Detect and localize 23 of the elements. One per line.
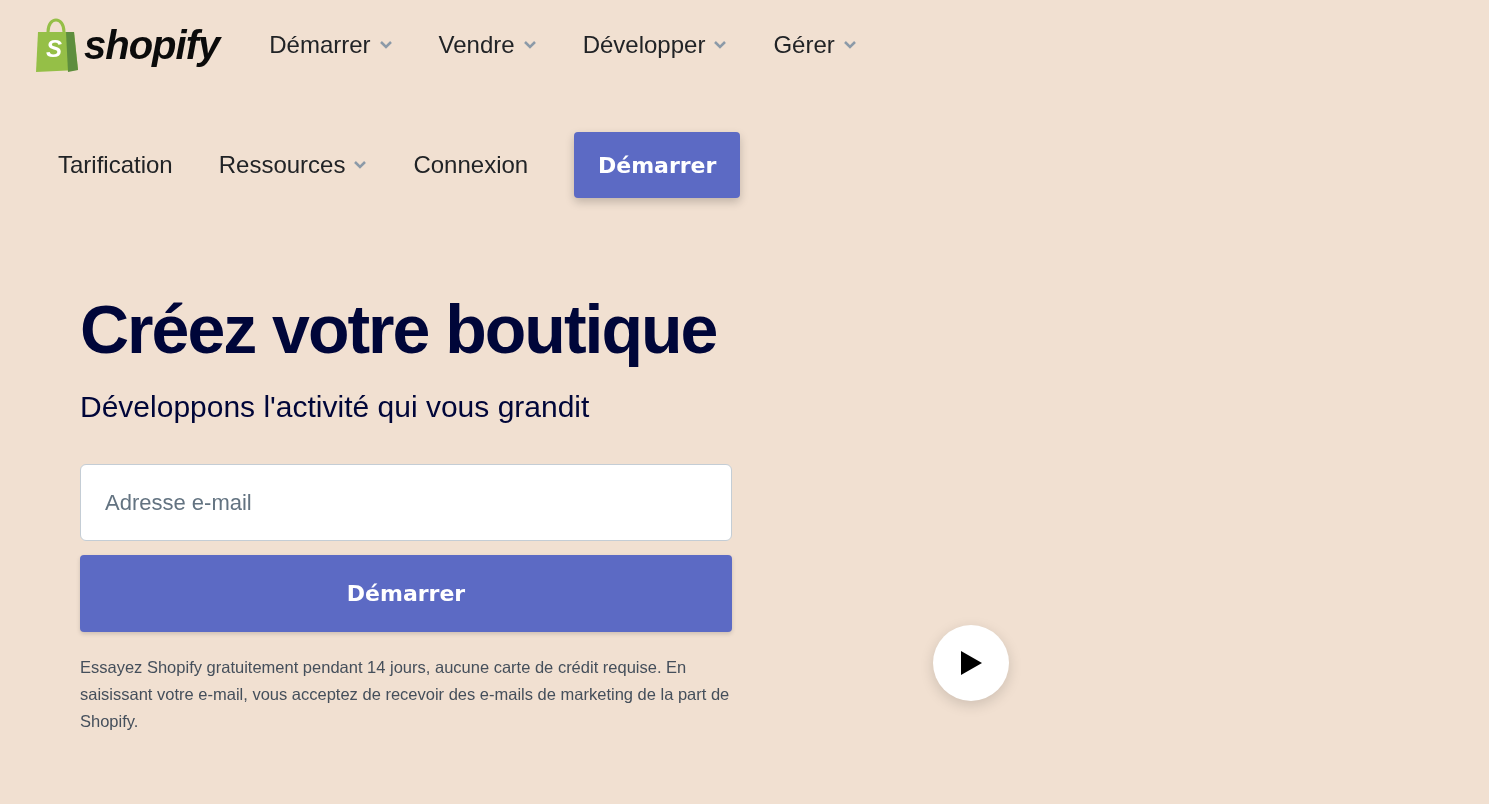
- start-button[interactable]: Démarrer: [80, 555, 732, 632]
- chevron-down-icon: [378, 40, 393, 50]
- chevron-down-icon: [713, 40, 728, 50]
- hero-subtitle: Développons l'activité qui vous grandit: [80, 390, 591, 424]
- nav-link[interactable]: Tarification: [58, 151, 173, 179]
- hero-title: Créez votre boutique: [80, 290, 718, 368]
- chevron-down-icon: [353, 160, 368, 170]
- nav-link[interactable]: Démarrer: [269, 31, 393, 59]
- logo-letter: S: [46, 35, 62, 63]
- nav-link[interactable]: Gérer: [773, 31, 857, 59]
- logo-wordmark: shopify: [84, 22, 220, 68]
- chevron-down-icon: [522, 40, 537, 50]
- nav-link[interactable]: Ressources: [218, 151, 368, 179]
- start-button[interactable]: Démarrer: [574, 132, 741, 198]
- nav-link[interactable]: Connexion: [413, 151, 529, 179]
- play-icon: [959, 650, 983, 676]
- fine-print: Essayez Shopify gratuitement pendant 14 jours, aucune carte de crédit requise. En saisissant votre e-mail, vous acceptez de recevoir des e-mails de marketing de la part de Shopify.: [80, 657, 730, 732]
- chevron-down-icon: [842, 40, 857, 50]
- shopping-bag-icon: [34, 18, 80, 72]
- nav-link[interactable]: Vendre: [438, 31, 537, 59]
- email-field[interactable]: Adresse e-mail: [80, 464, 732, 541]
- play-button[interactable]: [933, 625, 1009, 701]
- nav-link[interactable]: Développer: [582, 31, 728, 59]
